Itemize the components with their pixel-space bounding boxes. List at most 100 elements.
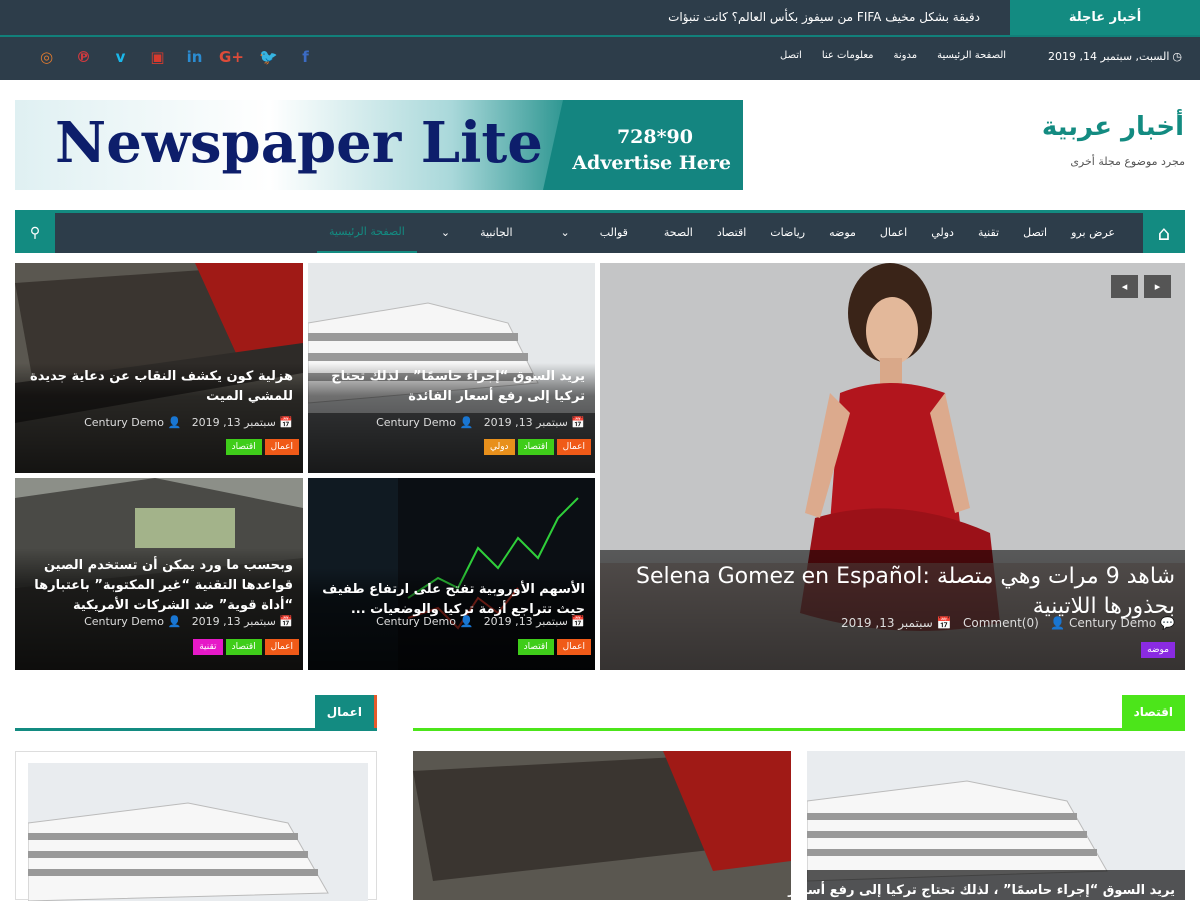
vimeo-icon[interactable]: v — [102, 45, 139, 69]
featured-slide[interactable]: ◂ ▸ شاهد 9 مرات وهي متصلة :Selena Gomez … — [600, 263, 1185, 670]
user-icon: 👤 — [1050, 616, 1066, 630]
home-icon[interactable]: ⌂ — [1143, 213, 1185, 253]
card-meta: 📅 سبتمبر 13, 2019 👤 Century Demo — [376, 615, 585, 628]
card-title[interactable]: وبحسب ما ورد يمكن أن تستخدم الصين قواعده… — [23, 556, 293, 618]
calendar-icon: 📅 — [279, 416, 293, 429]
calendar-icon: 📅 — [571, 615, 585, 628]
main-navigation: ⌂ عرض برو اتصل تقنية دولي اعمال موضه ريا… — [15, 210, 1185, 253]
tag-business[interactable]: اعمال — [556, 639, 591, 655]
card-author[interactable]: Century Demo — [376, 416, 456, 429]
ad-cta: Advertise Here — [572, 152, 731, 174]
tag-business[interactable]: اعمال — [264, 439, 299, 455]
card-title[interactable]: يريد السوق “إجراء حاسمًا” ، لذلك تحتاج ت… — [316, 367, 585, 407]
facebook-icon[interactable]: f — [287, 45, 324, 69]
top-nav-blog[interactable]: مدونة — [894, 50, 918, 61]
tag-economy[interactable]: اقتصاد — [225, 639, 262, 655]
nav-item-templates[interactable]: قوالب ⌄ — [537, 213, 652, 253]
breaking-news-label: أخبار عاجلة — [1010, 0, 1200, 35]
card-meta: 📅 سبتمبر 13, 2019 👤 Century Demo — [84, 615, 293, 628]
user-icon: 👤 — [459, 615, 474, 628]
advertisement-banner[interactable]: Newspaper Lite 728*90 Advertise Here — [15, 100, 743, 190]
slider-next-icon[interactable]: ▸ — [1144, 275, 1171, 298]
card-title[interactable]: الأسهم الأوروبية تفتح على ارتفاع طفيف حي… — [316, 580, 585, 620]
featured-title[interactable]: شاهد 9 مرات وهي متصلة :Selena Gomez en E… — [608, 562, 1175, 622]
nav-item-pro[interactable]: عرض برو — [1059, 213, 1127, 253]
nav-item-sports[interactable]: رياضات — [758, 213, 817, 253]
calendar-icon: 📅 — [936, 616, 952, 630]
tag-international[interactable]: دولي — [483, 439, 515, 455]
business-card[interactable] — [15, 751, 377, 901]
card-tags: اعمال اقتصاد — [517, 639, 591, 655]
section-economy-label[interactable]: اقتصاد — [1121, 695, 1185, 729]
featured-tag[interactable]: موضه — [1141, 642, 1175, 658]
nav-item-sidebar[interactable]: الجانبية ⌄ — [417, 213, 537, 253]
breaking-news-ticker[interactable]: دقيقة بشكل مخيف FIFA من سيفوز بكأس العال… — [668, 0, 980, 35]
top-nav: الصفحة الرئيسية مدونة معلومات عنا اتصل — [780, 50, 1006, 61]
featured-meta: 💬 Comment(0) 👤 Century Demo 📅 سبتمبر 13,… — [841, 616, 1175, 630]
calendar-icon: 📅 — [571, 416, 585, 429]
section-business-label[interactable]: اعمال — [314, 695, 377, 729]
linkedin-icon[interactable]: in — [176, 45, 213, 69]
tag-business[interactable]: اعمال — [264, 639, 299, 655]
slider-prev-icon[interactable]: ◂ — [1111, 275, 1138, 298]
nav-item-fashion[interactable]: موضه — [817, 213, 868, 253]
card-image-books — [413, 751, 791, 900]
nav-item-contact[interactable]: اتصل — [1011, 213, 1059, 253]
card-title[interactable]: يريد السوق “إجراء حاسمًا” ، لذلك تحتاج ت… — [788, 883, 1175, 898]
tag-economy[interactable]: اقتصاد — [517, 439, 554, 455]
instagram-icon[interactable]: ◎ — [28, 45, 65, 69]
nav-item-health[interactable]: الصحة — [652, 213, 705, 253]
nav-item-business[interactable]: اعمال — [868, 213, 919, 253]
card-tags: اعمال اقتصاد — [225, 439, 299, 455]
top-nav-contact[interactable]: اتصل — [780, 50, 802, 61]
nav-item-international[interactable]: دولي — [919, 213, 966, 253]
card-author[interactable]: Century Demo — [376, 615, 456, 628]
breaking-news-bar: أخبار عاجلة دقيقة بشكل مخيف FIFA من سيفو… — [0, 0, 1200, 37]
economy-card[interactable] — [413, 751, 791, 900]
nav-item-economy[interactable]: اقتصاد — [705, 213, 758, 253]
tag-economy[interactable]: اقتصاد — [225, 439, 262, 455]
slider-controls: ◂ ▸ — [1111, 275, 1171, 298]
economy-card[interactable]: يريد السوق “إجراء حاسمًا” ، لذلك تحتاج ت… — [788, 751, 1185, 900]
card-image-cruise-ship — [28, 763, 368, 901]
tag-business[interactable]: اعمال — [556, 439, 591, 455]
nav-item-tech[interactable]: تقنية — [966, 213, 1011, 253]
featured-comments[interactable]: Comment(0) — [963, 616, 1039, 630]
nav-item-sidebar-label: الجانبية — [480, 226, 513, 239]
grid-card[interactable]: الأسهم الأوروبية تفتح على ارتفاع طفيف حي… — [308, 478, 595, 670]
site-title[interactable]: أخبار عربية — [1042, 112, 1184, 142]
card-author[interactable]: Century Demo — [84, 615, 164, 628]
featured-author[interactable]: Century Demo — [1069, 616, 1156, 630]
chevron-down-icon: ⌄ — [440, 226, 451, 239]
current-date: ◷السبت, سبتمبر 14, 2019 — [1048, 50, 1182, 63]
tag-economy[interactable]: اقتصاد — [517, 639, 554, 655]
user-icon: 👤 — [167, 615, 182, 628]
card-author[interactable]: Century Demo — [84, 416, 164, 429]
section-economy-header: اقتصاد — [413, 695, 1185, 729]
tag-tech[interactable]: تقنية — [193, 639, 223, 655]
card-tags: اعمال اقتصاد دولي — [483, 439, 591, 455]
pinterest-icon[interactable]: ℗ — [65, 45, 102, 69]
card-meta: 📅 سبتمبر 13, 2019 👤 Century Demo — [84, 416, 293, 429]
search-icon[interactable]: ⚲ — [15, 213, 55, 253]
nav-item-home[interactable]: الصفحة الرئيسية — [316, 213, 417, 253]
section-business-header: اعمال — [15, 695, 377, 729]
top-nav-home[interactable]: الصفحة الرئيسية — [937, 50, 1006, 61]
card-meta: 📅 سبتمبر 13, 2019 👤 Century Demo — [376, 416, 585, 429]
date-text: السبت, سبتمبر 14, 2019 — [1047, 50, 1170, 63]
googleplus-icon[interactable]: G+ — [213, 45, 250, 69]
grid-card[interactable]: يريد السوق “إجراء حاسمًا” ، لذلك تحتاج ت… — [308, 263, 595, 473]
nav-item-templates-label: قوالب — [599, 226, 628, 239]
top-info-bar: ◎ ℗ v ▣ in G+ 🐦 f الصفحة الرئيسية مدونة معلومات… — [0, 37, 1200, 80]
card-date: سبتمبر 13, 2019 — [191, 416, 276, 429]
comment-icon: 💬 — [1160, 616, 1175, 630]
grid-card[interactable]: وبحسب ما ورد يمكن أن تستخدم الصين قواعده… — [15, 478, 303, 670]
youtube-icon[interactable]: ▣ — [139, 45, 176, 69]
chevron-down-icon: ⌄ — [560, 226, 570, 239]
grid-card[interactable]: هزلية كون يكشف النقاب عن دعاية جديدة للم… — [15, 263, 303, 473]
top-nav-about[interactable]: معلومات عنا — [822, 50, 874, 61]
main-nav-items: عرض برو اتصل تقنية دولي اعمال موضه رياضا… — [316, 213, 1127, 253]
twitter-icon[interactable]: 🐦 — [250, 45, 287, 69]
card-title[interactable]: هزلية كون يكشف النقاب عن دعاية جديدة للم… — [23, 367, 293, 407]
card-date: سبتمبر 13, 2019 — [191, 615, 276, 628]
